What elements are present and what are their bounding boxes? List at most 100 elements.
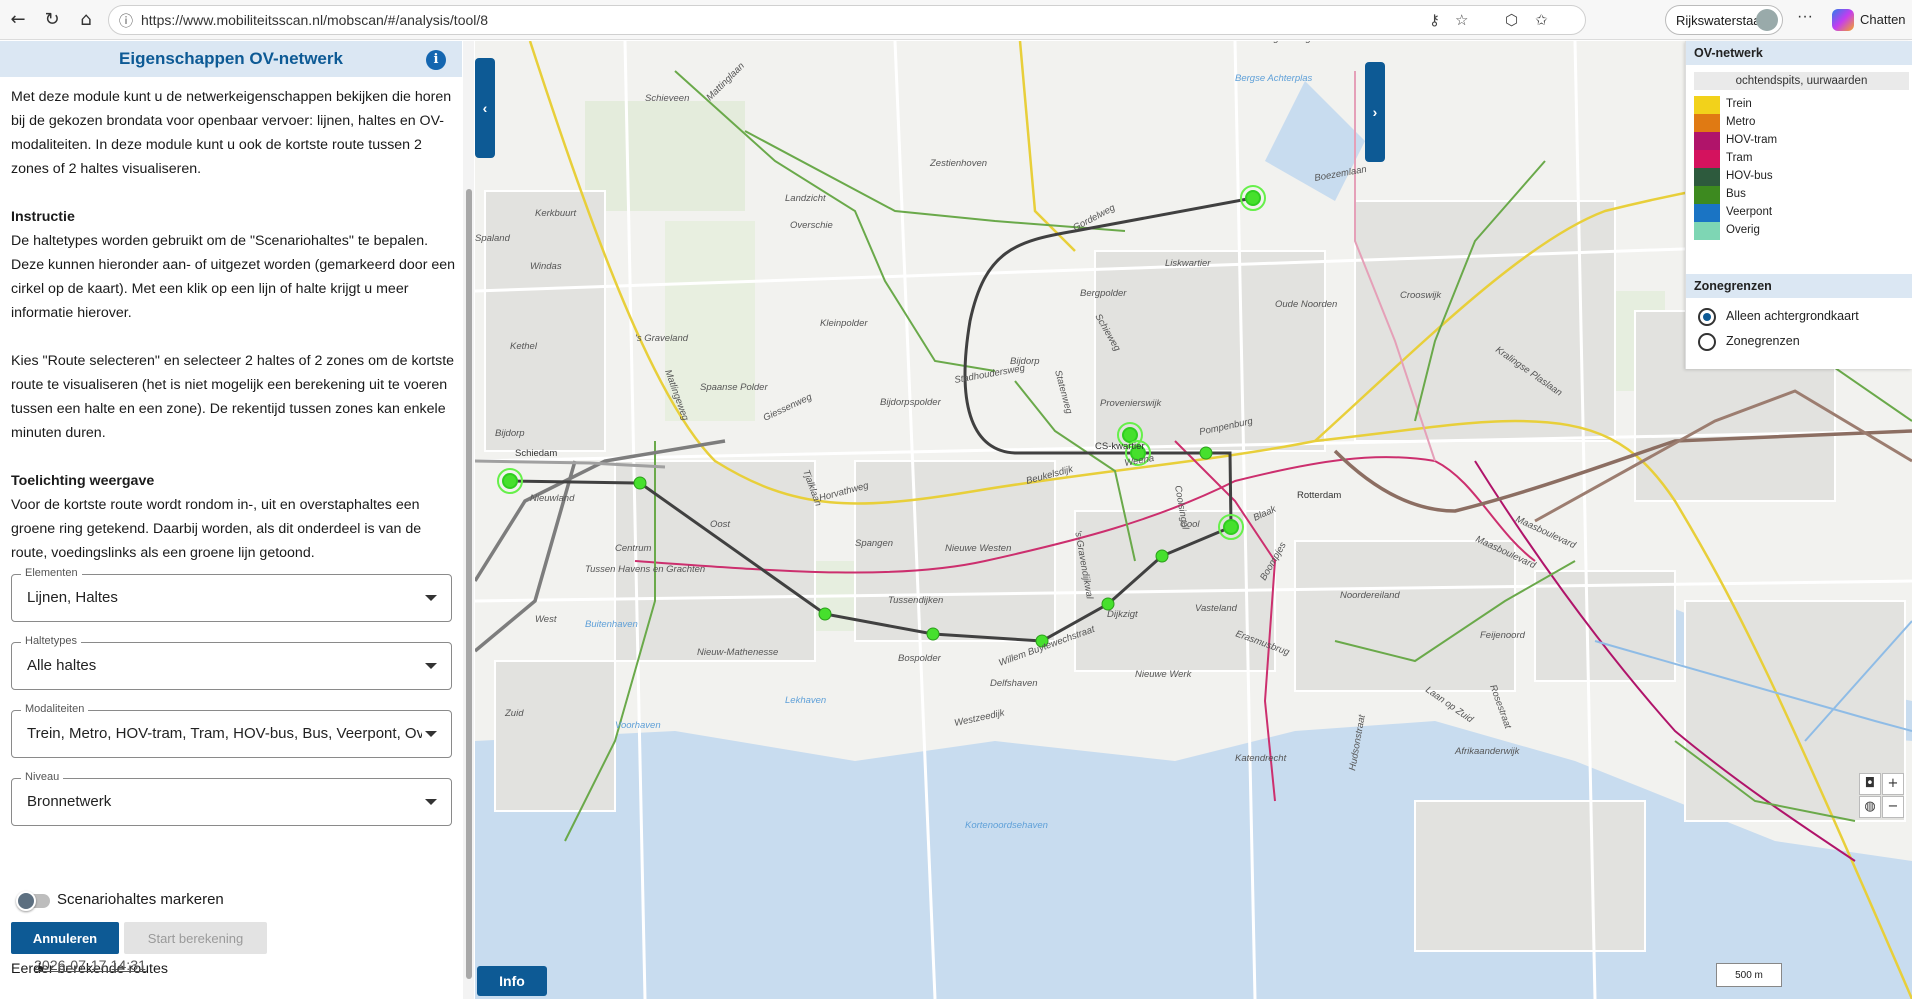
svg-text:Buitenhaven: Buitenhaven	[585, 619, 638, 630]
svg-text:Nieuwland: Nieuwland	[530, 493, 575, 504]
legend-swatch	[1694, 186, 1720, 204]
svg-text:'s Graveland: 's Graveland	[635, 333, 689, 344]
stop-types-label: Haltetypes	[21, 635, 81, 647]
modalities-select[interactable]: Modaliteiten Trein, Metro, HOV-tram, Tra…	[11, 703, 452, 758]
svg-text:Rotterdam: Rotterdam	[1297, 490, 1341, 501]
zoom-in-button[interactable]: +	[1882, 773, 1904, 795]
expand-legend-tab[interactable]: ›	[1365, 62, 1385, 162]
scale-bar: 500 m	[1716, 963, 1782, 987]
svg-text:Katendrecht: Katendrecht	[1235, 753, 1287, 764]
svg-text:Noordereiland: Noordereiland	[1340, 590, 1400, 601]
radio-zone-boundaries-label[interactable]: Zonegrenzen	[1726, 334, 1800, 348]
scenario-stops-toggle[interactable]	[16, 891, 50, 911]
previous-route-link[interactable]: 2026-07-17 14:31	[34, 958, 146, 974]
collapse-panel-tab[interactable]: ‹	[475, 58, 495, 158]
stop-types-value: Alle haltes	[27, 657, 97, 674]
globe-icon[interactable]: ◍	[1859, 796, 1881, 818]
scrollbar-thumb[interactable]	[466, 189, 472, 979]
legend-label: Veerpont	[1726, 206, 1773, 218]
key-icon[interactable]: ⚷	[1429, 11, 1440, 29]
info-icon[interactable]: i	[426, 50, 446, 70]
explanation-heading: Toelichting weergave	[11, 473, 155, 489]
legend-swatch	[1694, 222, 1720, 240]
elements-label: Elementen	[21, 567, 82, 579]
svg-text:Dijkzigt: Dijkzigt	[1107, 609, 1138, 620]
legend-label: Tram	[1726, 152, 1753, 164]
svg-text:Lekhaven: Lekhaven	[785, 695, 826, 706]
instruction-text-1: De haltetypes worden gebruikt om de "Sce…	[11, 233, 456, 321]
avatar	[1756, 9, 1778, 31]
legend-title: OV-netwerk	[1686, 41, 1912, 65]
zone-title: Zonegrenzen	[1686, 274, 1912, 298]
svg-text:Oude Noorden: Oude Noorden	[1275, 299, 1337, 310]
camera-icon[interactable]: ◘	[1859, 773, 1881, 795]
svg-text:Provenierswijk: Provenierswijk	[1100, 398, 1162, 409]
profile-button[interactable]: Rijkswaterstaat	[1665, 5, 1783, 35]
svg-text:Tussendijken: Tussendijken	[888, 595, 943, 606]
elements-select[interactable]: Elementen Lijnen, Haltes	[11, 567, 452, 622]
svg-text:Giessenweg: Giessenweg	[762, 391, 815, 423]
start-calculation-button[interactable]: Start berekening	[124, 922, 267, 954]
svg-text:Nieuwe Westen: Nieuwe Westen	[945, 543, 1011, 554]
svg-text:Kleinpolder: Kleinpolder	[820, 318, 868, 329]
svg-text:Crooswijk: Crooswijk	[1400, 290, 1442, 301]
svg-text:Bijdorp: Bijdorp	[495, 428, 525, 439]
level-select[interactable]: Niveau Bronnetwerk	[11, 771, 452, 826]
svg-text:Zuid: Zuid	[504, 708, 524, 719]
favorites-icon[interactable]: ✩	[1535, 11, 1548, 29]
address-bar[interactable]: ⓘ https://www.mobiliteitsscan.nl/mobscan…	[108, 5, 1586, 35]
elements-value: Lijnen, Haltes	[27, 589, 118, 606]
legend-label: HOV-tram	[1726, 134, 1778, 146]
svg-text:Kerkbuurt: Kerkbuurt	[535, 208, 577, 219]
home-icon[interactable]: ⌂	[74, 8, 98, 32]
chat-button[interactable]: Chatten	[1860, 12, 1906, 27]
legend-swatch	[1694, 204, 1720, 222]
level-label: Niveau	[21, 771, 64, 783]
svg-text:Westzeedijk: Westzeedijk	[953, 707, 1006, 729]
svg-text:Kortenoordsehaven: Kortenoordsehaven	[965, 820, 1048, 831]
svg-text:Delfshaven: Delfshaven	[990, 678, 1038, 689]
favorite-star-icon[interactable]: ☆	[1455, 11, 1468, 29]
back-icon[interactable]: ←	[6, 8, 30, 32]
radio-background-only[interactable]	[1698, 308, 1716, 326]
copilot-icon[interactable]	[1832, 9, 1854, 31]
legend-swatch	[1694, 96, 1720, 114]
legend-label: HOV-bus	[1726, 170, 1773, 182]
svg-text:Landzicht: Landzicht	[785, 193, 826, 204]
svg-text:Schiedam: Schiedam	[515, 448, 557, 459]
panel-description: Met deze module kunt u de netwerkeigensc…	[11, 85, 457, 565]
legend-label: Trein	[1726, 98, 1752, 110]
cancel-button[interactable]: Annuleren	[11, 922, 119, 954]
chevron-down-icon	[425, 799, 437, 805]
svg-text:Maasboulevard: Maasboulevard	[1514, 514, 1578, 552]
legend-label: Bus	[1726, 188, 1746, 200]
side-panel: Eigenschappen OV-netwerk i Met deze modu…	[0, 41, 474, 999]
info-button[interactable]: Info	[477, 966, 547, 996]
svg-text:Bergse Achterplas: Bergse Achterplas	[1235, 73, 1313, 84]
svg-text:Centrum: Centrum	[615, 543, 652, 554]
legend-label: Metro	[1726, 116, 1756, 128]
radio-zone-boundaries[interactable]	[1698, 333, 1716, 351]
svg-text:Vasteland: Vasteland	[1195, 603, 1238, 614]
svg-text:Tussen Havens en Grachten: Tussen Havens en Grachten	[585, 564, 705, 575]
reload-icon[interactable]: ↻	[40, 8, 64, 32]
svg-text:Feijenoord: Feijenoord	[1480, 630, 1526, 641]
stop-types-select[interactable]: Haltetypes Alle haltes	[11, 635, 452, 690]
svg-text:Nieuw-Mathenesse: Nieuw-Mathenesse	[697, 647, 778, 658]
legend-label: Overig	[1726, 224, 1760, 236]
legend-swatch	[1694, 150, 1720, 168]
site-info-icon[interactable]: ⓘ	[119, 11, 133, 31]
svg-text:Hillegersberg: Hillegersberg	[1255, 41, 1312, 44]
instruction-heading: Instructie	[11, 209, 75, 225]
more-icon[interactable]: ···	[1797, 8, 1813, 26]
zoom-out-button[interactable]: −	[1882, 796, 1904, 818]
extensions-icon[interactable]: ⬡	[1505, 11, 1518, 29]
svg-text:Spaland: Spaland	[475, 233, 511, 244]
chevron-down-icon	[425, 731, 437, 737]
modalities-label: Modaliteiten	[21, 703, 89, 715]
browser-chrome: ← ↻ ⌂ ⓘ https://www.mobiliteitsscan.nl/m…	[0, 0, 1912, 40]
svg-text:Kethel: Kethel	[510, 341, 538, 352]
modalities-value: Trein, Metro, HOV-tram, Tram, HOV-bus, B…	[27, 725, 422, 742]
radio-background-only-label[interactable]: Alleen achtergrondkaart	[1726, 309, 1859, 323]
svg-text:Windas: Windas	[530, 261, 562, 272]
